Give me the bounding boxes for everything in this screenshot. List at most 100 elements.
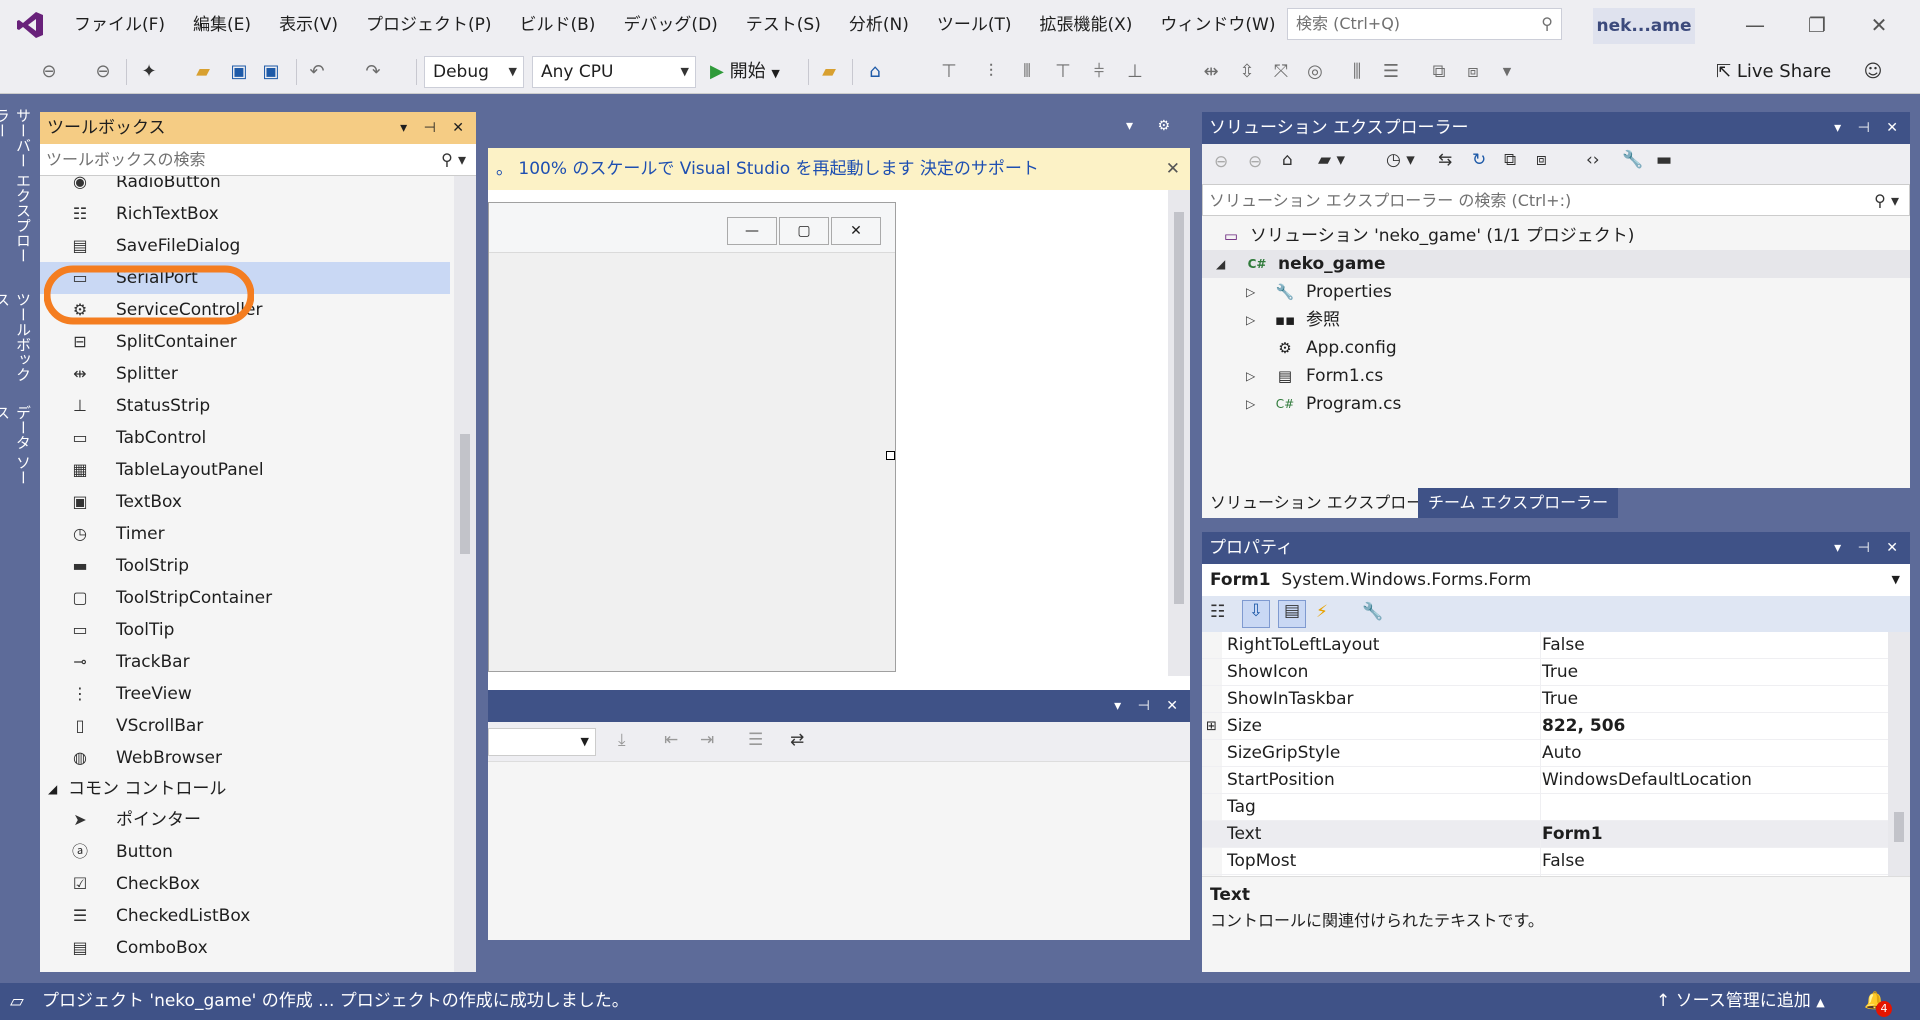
properties-view-icon[interactable]: ▤ [1278, 600, 1306, 628]
indent-icon[interactable]: ⇥ [700, 730, 714, 750]
feedback-icon[interactable]: ☺ [1862, 58, 1884, 86]
configuration-select[interactable]: Debug ▼ [424, 56, 524, 88]
menu-tools[interactable]: ツール(T) [923, 0, 1026, 50]
panel-window-buttons[interactable]: ▾ ⊣ ✕ [400, 112, 470, 144]
toolbox-search-input[interactable]: ツールボックスの検索 ⚲ ▾ [40, 144, 476, 176]
toolbox-item[interactable]: ◍ WebBrowser [40, 742, 450, 774]
property-row[interactable]: TopMost False [1202, 848, 1910, 875]
property-row[interactable]: Tag [1202, 794, 1910, 821]
info-bar-text[interactable]: 。 100% のスケールで Visual Studio を再起動します 決定のサ… [496, 159, 1039, 179]
save-all-icon[interactable]: ▣ [260, 58, 282, 86]
toolbox-item[interactable]: ▬ ToolStrip [40, 550, 450, 582]
menu-file[interactable]: ファイル(F) [60, 0, 179, 50]
back-icon[interactable]: ⊖ [38, 58, 60, 86]
toolbox-scrollbar[interactable] [454, 176, 476, 972]
clear-all-icon[interactable]: ☰ [748, 730, 763, 750]
previous-icon[interactable]: ⤓ [618, 730, 626, 750]
toolbox-item[interactable]: ➤ ポインター [40, 804, 450, 836]
back-icon[interactable]: ⊖ [1214, 152, 1228, 172]
close-icon[interactable]: ✕ [1866, 12, 1892, 38]
resize-handle[interactable] [886, 451, 895, 460]
collapse-all-icon[interactable]: ⧉ [1504, 150, 1516, 170]
forward-icon[interactable]: ⊖ [1248, 152, 1262, 172]
browser-link-icon[interactable]: ⌂ [864, 58, 886, 86]
find-in-files-icon[interactable]: ▰ [818, 58, 840, 86]
align-bottoms-icon[interactable]: ⊥ [1124, 58, 1146, 86]
visual-studio-logo[interactable] [0, 0, 60, 50]
solution-search-input[interactable]: ソリューション エクスプローラー の検索 (Ctrl+:) ⚲ ▾ [1202, 184, 1910, 216]
notifications-bell-icon[interactable]: 🔔 4 [1864, 983, 1892, 1020]
categorized-icon[interactable]: ☷ [1210, 602, 1225, 622]
toolbar-overflow-icon[interactable]: ▼ [1496, 58, 1518, 86]
forward-icon[interactable]: ⊖ [92, 58, 114, 86]
send-to-back-icon[interactable]: ⧈ [1462, 58, 1484, 86]
toolbox-item[interactable]: ⊥ StatusStrip [40, 390, 450, 422]
output-icon[interactable]: ▱ [10, 983, 24, 1020]
open-folder-icon[interactable]: ▰ [192, 58, 214, 86]
property-row[interactable]: ShowInTaskbar True [1202, 686, 1910, 713]
tree-node[interactable]: ▷ ▪▪ 参照 [1202, 306, 1910, 334]
toolbox-category-common[interactable]: ◢ コモン コントロール [40, 774, 450, 804]
properties-icon[interactable]: 🔧 [1622, 150, 1643, 170]
pending-changes-icon[interactable]: ◷ ▾ [1386, 150, 1415, 170]
bottom-window-select[interactable]: ▼ [488, 728, 596, 756]
property-grid-scrollbar[interactable] [1888, 632, 1910, 876]
bring-to-front-icon[interactable]: ⧉ [1428, 58, 1450, 86]
panel-window-buttons[interactable]: ▾ ⊣ ✕ [1114, 690, 1184, 722]
form1-window[interactable]: — ▢ ✕ [488, 202, 896, 672]
menu-debug[interactable]: デバッグ(D) [609, 0, 731, 50]
property-row[interactable]: ⊞ Size 822, 506 [1202, 713, 1910, 740]
sync-icon[interactable]: ⇆ [1438, 150, 1452, 170]
menu-build[interactable]: ビルド(B) [506, 0, 610, 50]
source-control-button[interactable]: ↑ ソース管理に追加 ▲ [1656, 983, 1825, 1020]
align-lefts-icon[interactable]: ⊤ [938, 58, 960, 86]
toolbox-item[interactable]: ◷ Timer [40, 518, 450, 550]
menu-view[interactable]: 表示(V) [265, 0, 352, 50]
property-row[interactable]: RightToLeftLayout False [1202, 632, 1910, 659]
toolbox-item[interactable]: ⊸ TrackBar [40, 646, 450, 678]
preview-icon[interactable]: ▬ [1656, 150, 1672, 170]
tree-solution[interactable]: ▭ ソリューション 'neko_game' (1/1 プロジェクト) [1202, 222, 1910, 250]
toolbox-item[interactable]: ▢ ToolStripContainer [40, 582, 450, 614]
refresh-icon[interactable]: ↻ [1472, 150, 1486, 170]
toolbox-item[interactable]: ▭ ToolTip [40, 614, 450, 646]
make-same-height-icon[interactable]: ⇳ [1236, 58, 1258, 86]
toolbox-item[interactable]: ◉ RadioButton [40, 176, 450, 198]
make-same-size-icon[interactable]: ⤧ [1270, 58, 1292, 86]
property-row[interactable]: StartPosition WindowsDefaultLocation [1202, 767, 1910, 794]
events-icon[interactable]: ⚡ [1316, 602, 1328, 622]
toolbox-item[interactable]: ▤ ComboBox [40, 932, 450, 964]
restore-icon[interactable]: ❐ [1804, 12, 1830, 38]
panel-window-buttons[interactable]: ▾ ⊣ ✕ [1834, 532, 1904, 564]
property-pages-icon[interactable]: 🔧 [1362, 602, 1383, 622]
align-rights-icon[interactable]: ⫴ [1016, 58, 1038, 86]
size-to-grid-icon[interactable]: ◎ [1304, 58, 1326, 86]
tree-node[interactable]: ⚙ App.config [1202, 334, 1910, 362]
designer-scrollbar[interactable] [1168, 190, 1190, 676]
solution-name-badge[interactable]: nek...ame [1593, 8, 1695, 44]
word-wrap-icon[interactable]: ⇄ [790, 730, 804, 750]
make-same-width-icon[interactable]: ⇹ [1200, 58, 1222, 86]
show-all-files-icon[interactable]: ⧈ [1536, 150, 1547, 170]
toolbox-item[interactable]: ⊟ SplitContainer [40, 326, 450, 358]
home-icon[interactable]: ⌂ [1282, 150, 1293, 170]
property-row[interactable]: ShowIcon True [1202, 659, 1910, 686]
data-sources-tab[interactable]: データ ソース [0, 405, 34, 495]
tab-team-explorer[interactable]: チーム エクスプローラー [1418, 488, 1619, 518]
menu-window[interactable]: ウィンドウ(W) [1146, 0, 1289, 50]
undo-icon[interactable]: ↶ [306, 58, 328, 86]
object-selector[interactable]: Form1 System.Windows.Forms.Form ▼ [1202, 564, 1910, 596]
expand-plus-icon[interactable]: ⊞ [1206, 713, 1217, 740]
toolbox-tab[interactable]: ツールボックス [0, 292, 34, 392]
toolbox-item[interactable]: ⇹ Splitter [40, 358, 450, 390]
redo-icon[interactable]: ↷ [362, 58, 384, 86]
tree-node[interactable]: ▷ 🔧 Properties [1202, 278, 1910, 306]
align-tops-icon[interactable]: ⊤ [1052, 58, 1074, 86]
menu-edit[interactable]: 編集(E) [179, 0, 265, 50]
alphabetical-icon[interactable]: ⇩ [1242, 600, 1270, 628]
tree-node[interactable]: ▷ ▤ Form1.cs [1202, 362, 1910, 390]
toolbox-item[interactable]: ☰ CheckedListBox [40, 900, 450, 932]
panel-window-buttons[interactable]: ▾ ⊣ ✕ [1834, 112, 1904, 144]
new-project-icon[interactable]: ✦ [138, 58, 160, 86]
close-icon[interactable]: ✕ [1166, 148, 1180, 190]
